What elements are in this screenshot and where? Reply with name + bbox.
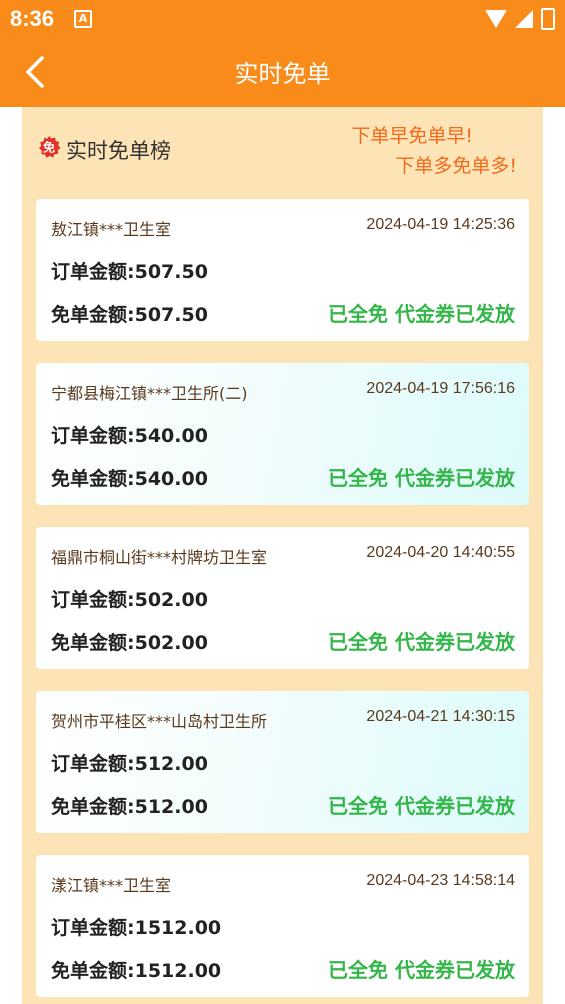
order-amount: 订单金额:1512.00 (51, 917, 222, 939)
status-time: 8:36 (10, 6, 55, 31)
record-time: 2024-04-21 14:30:15 (366, 708, 515, 725)
record-time: 2024-04-19 17:56:16 (366, 380, 515, 397)
record-time: 2024-04-20 14:40:55 (366, 544, 515, 561)
record-card[interactable]: 贺州市平桂区***山岛村卫生所 2024-04-21 14:30:15 订单金额… (36, 691, 529, 833)
app-notification-icon: A (74, 10, 92, 28)
status-icons (485, 8, 555, 30)
wifi-icon (485, 10, 507, 28)
panel-header: 免 实时免单榜 下单早免单早! 下单多免单多! (22, 107, 543, 197)
record-card[interactable]: 漾江镇***卫生室 2024-04-23 14:58:14 订单金额:1512.… (36, 855, 529, 997)
order-amount: 订单金额:512.00 (51, 753, 208, 775)
leaderboard-title: 实时免单榜 (66, 139, 171, 163)
free-order-panel: 免 实时免单榜 下单早免单早! 下单多免单多! 敖江镇***卫生室 2024-0… (22, 107, 543, 1004)
order-amount: 订单金额:540.00 (51, 425, 208, 447)
record-card[interactable]: 宁都县梅江镇***卫生所(二) 2024-04-19 17:56:16 订单金额… (36, 363, 529, 505)
clinic-name: 福鼎市桐山街***村牌坊卫生室 (51, 548, 268, 567)
order-amount: 订单金额:502.00 (51, 589, 208, 611)
signal-icon (515, 10, 533, 28)
svg-text:免: 免 (43, 140, 55, 155)
slogan-line-2: 下单多免单多! (395, 155, 517, 177)
battery-icon (541, 8, 555, 30)
page-title: 实时免单 (234, 60, 331, 88)
free-amount: 免单金额:507.50 (51, 304, 208, 326)
free-status: 已全免 代金券已发放 (328, 630, 515, 654)
clinic-name: 贺州市平桂区***山岛村卫生所 (51, 712, 268, 731)
free-amount: 免单金额:540.00 (51, 468, 208, 490)
free-badge-icon: 免 (39, 136, 61, 158)
app-header: 8:36 A 实时免单 (0, 0, 565, 107)
free-amount: 免单金额:1512.00 (51, 960, 222, 982)
free-status: 已全免 代金券已发放 (328, 466, 515, 490)
free-amount: 免单金额:502.00 (51, 632, 208, 654)
free-amount: 免单金额:512.00 (51, 796, 208, 818)
record-card[interactable]: 福鼎市桐山街***村牌坊卫生室 2024-04-20 14:40:55 订单金额… (36, 527, 529, 669)
clinic-name: 宁都县梅江镇***卫生所(二) (51, 384, 248, 403)
order-amount: 订单金额:507.50 (51, 261, 208, 283)
clinic-name: 敖江镇***卫生室 (51, 220, 172, 239)
record-time: 2024-04-23 14:58:14 (366, 872, 515, 889)
clinic-name: 漾江镇***卫生室 (51, 876, 172, 895)
record-time: 2024-04-19 14:25:36 (366, 216, 515, 233)
free-status: 已全免 代金券已发放 (328, 302, 515, 326)
record-card[interactable]: 敖江镇***卫生室 2024-04-19 14:25:36 订单金额:507.5… (36, 199, 529, 341)
slogan-line-1: 下单早免单早! (351, 125, 473, 147)
free-status: 已全免 代金券已发放 (328, 958, 515, 982)
free-status: 已全免 代金券已发放 (328, 794, 515, 818)
